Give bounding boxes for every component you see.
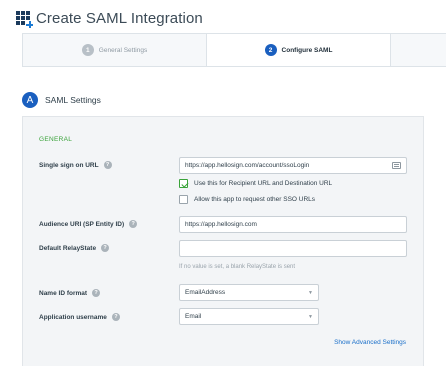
audience-uri-label: Audience URI (SP Entity ID) ? bbox=[39, 220, 138, 228]
group-label-general: GENERAL bbox=[39, 136, 73, 143]
chevron-down-icon: ▼ bbox=[308, 289, 313, 296]
sso-url-label: Single sign on URL ? bbox=[39, 161, 112, 169]
saml-settings-panel: GENERAL Single sign on URL ? https://app… bbox=[22, 116, 424, 366]
other-sso-checkbox-label: Allow this app to request other SSO URLs bbox=[194, 196, 316, 203]
wizard-steps: 1 General Settings 2 Configure SAML bbox=[22, 33, 446, 67]
help-icon[interactable]: ? bbox=[103, 161, 112, 169]
step-number-badge: 1 bbox=[81, 44, 94, 56]
section-title: SAML Settings bbox=[45, 95, 101, 105]
chevron-down-icon: ▼ bbox=[308, 313, 313, 320]
app-username-label: Application username ? bbox=[39, 313, 120, 321]
relay-state-label: Default RelayState ? bbox=[39, 244, 110, 252]
relay-state-hint: If no value is set, a blank RelayState i… bbox=[179, 264, 296, 270]
wizard-step-general-settings[interactable]: 1 General Settings bbox=[23, 34, 207, 66]
wizard-step-next bbox=[391, 34, 446, 66]
recipient-url-checkbox-label: Use this for Recipient URL and Destinati… bbox=[194, 180, 333, 187]
step-label: General Settings bbox=[98, 46, 148, 54]
other-sso-checkbox-row[interactable]: Allow this app to request other SSO URLs bbox=[179, 195, 315, 204]
app-username-label-text: Application username bbox=[39, 313, 107, 321]
show-advanced-settings-link[interactable]: Show Advanced Settings bbox=[334, 339, 406, 346]
name-id-format-label-text: Name ID format bbox=[39, 289, 88, 297]
name-id-format-value: EmailAddress bbox=[185, 289, 226, 296]
help-icon[interactable]: ? bbox=[129, 220, 138, 228]
sso-url-input[interactable]: https://app.hellosign.com/account/ssoLog… bbox=[179, 157, 407, 174]
section-badge: A bbox=[22, 92, 38, 108]
audience-uri-label-text: Audience URI (SP Entity ID) bbox=[39, 220, 125, 228]
app-grid-plus-icon bbox=[16, 11, 33, 28]
app-username-value: Email bbox=[185, 313, 202, 320]
relay-state-label-text: Default RelayState bbox=[39, 244, 97, 252]
relay-state-input[interactable] bbox=[179, 240, 407, 257]
recipient-url-checkbox-row[interactable]: Use this for Recipient URL and Destinati… bbox=[179, 179, 332, 188]
help-icon[interactable]: ? bbox=[111, 313, 120, 321]
list-icon[interactable] bbox=[392, 162, 401, 169]
sso-url-label-text: Single sign on URL bbox=[39, 161, 99, 169]
help-icon[interactable]: ? bbox=[92, 289, 101, 297]
page-title: Create SAML Integration bbox=[36, 9, 203, 27]
step-number-badge: 2 bbox=[264, 44, 277, 56]
page-header: Create SAML Integration bbox=[16, 8, 203, 28]
name-id-format-label: Name ID format ? bbox=[39, 289, 101, 297]
help-icon[interactable]: ? bbox=[101, 244, 110, 252]
audience-uri-value: https://app.hellosign.com bbox=[185, 221, 257, 228]
app-username-select[interactable]: Email ▼ bbox=[179, 308, 319, 325]
sso-url-value: https://app.hellosign.com/account/ssoLog… bbox=[185, 162, 310, 169]
wizard-step-configure-saml[interactable]: 2 Configure SAML bbox=[207, 34, 391, 66]
step-label: Configure SAML bbox=[281, 46, 333, 54]
section-heading: A SAML Settings bbox=[22, 92, 101, 108]
other-sso-checkbox[interactable] bbox=[179, 195, 188, 204]
recipient-url-checkbox[interactable] bbox=[179, 179, 188, 188]
audience-uri-input[interactable]: https://app.hellosign.com bbox=[179, 216, 407, 233]
name-id-format-select[interactable]: EmailAddress ▼ bbox=[179, 284, 319, 301]
